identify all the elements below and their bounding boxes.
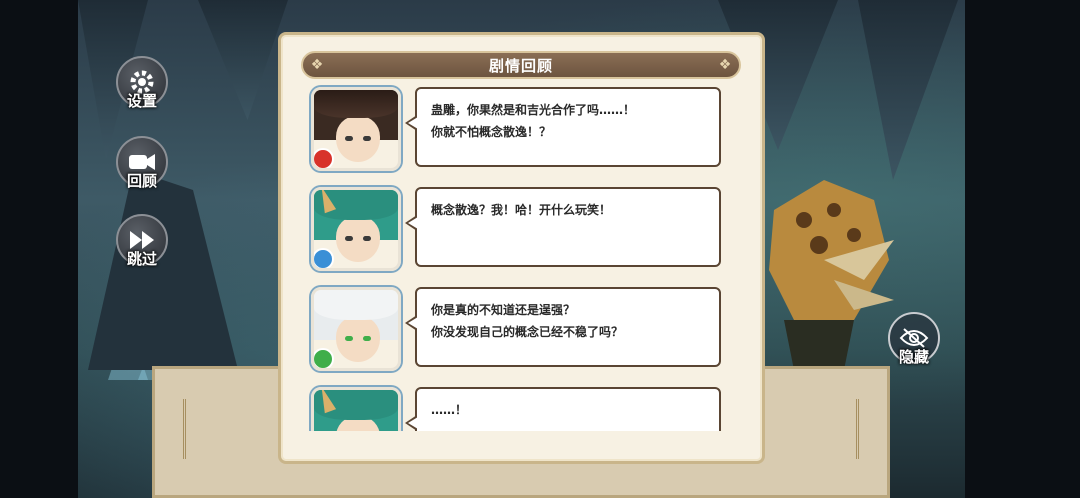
dialogue-line: 你就不怕概念散逸！？	[431, 125, 552, 139]
character-portrait	[311, 87, 401, 171]
element-badge-icon	[314, 148, 334, 168]
story-review-modal: ❖ 剧情回顾 ❖ 蛊雕，你果然是和吉光合作了吗……！ 你就不怕概念散逸！？ 概念…	[278, 32, 765, 464]
dialogue-entry: 你是真的不知道还是逞强？ 你没发现自己的概念已经不稳了吗？	[311, 285, 731, 373]
settings-button[interactable]: 设置	[114, 56, 170, 110]
modal-header: ❖ 剧情回顾 ❖	[301, 51, 741, 79]
character-portrait	[311, 287, 401, 371]
ornament-icon: ❖	[718, 57, 732, 73]
dialogue-entry: 蛊雕，你果然是和吉光合作了吗……！ 你就不怕概念散逸！？	[311, 85, 731, 173]
speech-bubble: 你是真的不知道还是逞强？ 你没发现自己的概念已经不稳了吗？	[405, 287, 721, 367]
right-letterbox	[965, 0, 1080, 498]
ornament-icon: ❖	[310, 57, 324, 73]
hide-button[interactable]: 隐藏	[888, 312, 940, 366]
character-portrait	[311, 187, 401, 271]
dialogue-entry: 概念散逸？我！哈！开什么玩笑！	[311, 185, 731, 273]
skip-label: 跳过	[126, 250, 157, 268]
speech-bubble: ……！	[405, 387, 721, 431]
review-label: 回顾	[126, 172, 157, 190]
speech-bubble: 蛊雕，你果然是和吉光合作了吗……！ 你就不怕概念散逸！？	[405, 87, 721, 167]
skip-button[interactable]: 跳过	[114, 214, 170, 268]
hide-label: 隐藏	[898, 348, 929, 366]
speech-bubble: 概念散逸？我！哈！开什么玩笑！	[405, 187, 721, 267]
dialogue-entry: ……！	[311, 385, 731, 431]
left-letterbox	[0, 0, 78, 498]
dialogue-line: 你没发现自己的概念已经不稳了吗？	[431, 325, 624, 339]
review-button[interactable]: 回顾	[114, 136, 170, 190]
dialogue-line: 蛊雕，你果然是和吉光合作了吗……！	[431, 103, 636, 117]
dialogue-line: ……！	[431, 403, 468, 417]
character-portrait	[311, 387, 401, 431]
dialogue-history-list[interactable]: 蛊雕，你果然是和吉光合作了吗……！ 你就不怕概念散逸！？ 概念散逸？我！哈！开什…	[281, 83, 762, 431]
dialogue-line: 概念散逸？我！哈！开什么玩笑！	[431, 203, 612, 217]
settings-label: 设置	[126, 92, 157, 110]
dialogue-line: 你是真的不知道还是逞强？	[431, 303, 576, 317]
element-badge-icon	[314, 248, 334, 268]
spiked-creature	[764, 170, 894, 370]
modal-title: 剧情回顾	[488, 56, 553, 75]
element-badge-icon	[314, 348, 334, 368]
